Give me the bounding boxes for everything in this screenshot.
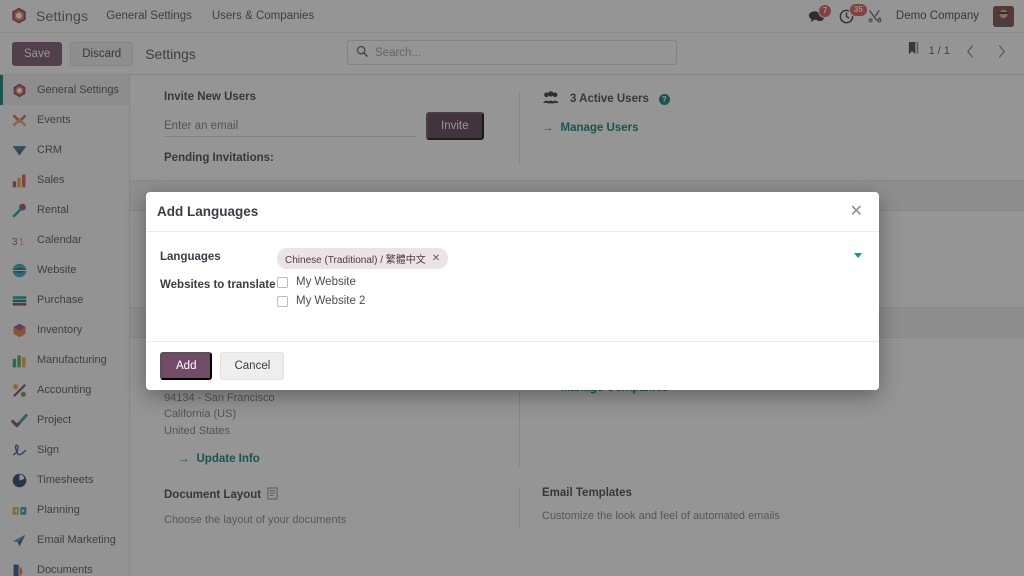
dialog-body: Languages Chinese (Traditional) / 繁體中文 ✕…	[146, 232, 879, 342]
languages-label: Languages	[160, 251, 221, 263]
languages-field-row: Languages Chinese (Traditional) / 繁體中文 ✕	[160, 248, 865, 269]
languages-many2many-input[interactable]: Chinese (Traditional) / 繁體中文 ✕	[277, 248, 865, 269]
language-tag[interactable]: Chinese (Traditional) / 繁體中文 ✕	[277, 248, 449, 269]
close-icon[interactable]: ✕	[850, 203, 863, 220]
website-checkbox-row[interactable]: My Website	[277, 276, 865, 288]
dialog-footer: Add Cancel	[146, 342, 879, 390]
add-button[interactable]: Add	[160, 352, 213, 380]
screen-root: Settings General Settings Users & Compan…	[0, 0, 1024, 576]
checkbox-my-website-2[interactable]	[277, 295, 288, 307]
dialog-header: Add Languages ✕	[146, 192, 879, 232]
remove-tag-icon[interactable]: ✕	[432, 253, 440, 264]
websites-field-row: Websites to translate My Website My Webs…	[160, 276, 865, 314]
website-label: My Website 2	[296, 295, 366, 307]
chevron-down-icon[interactable]	[854, 253, 862, 258]
language-tag-label: Chinese (Traditional) / 繁體中文	[285, 255, 426, 266]
dialog-title: Add Languages	[157, 204, 259, 219]
websites-to-translate-label: Websites to translate	[160, 279, 276, 291]
add-languages-dialog: Add Languages ✕ Languages Chinese (Tradi…	[146, 192, 879, 390]
website-label: My Website	[296, 276, 356, 288]
websites-checkbox-group: My Website My Website 2	[277, 276, 865, 314]
checkbox-my-website[interactable]	[277, 276, 288, 288]
cancel-button[interactable]: Cancel	[220, 352, 285, 380]
website-checkbox-row[interactable]: My Website 2	[277, 295, 865, 307]
